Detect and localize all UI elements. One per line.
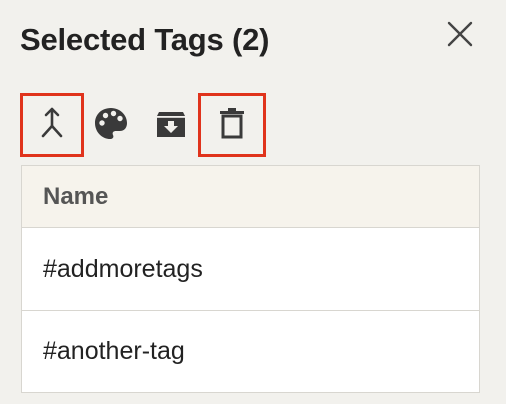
merge-tags-button[interactable] [20,93,84,157]
merge-icon [37,106,67,145]
close-icon [447,21,473,52]
tag-actions-toolbar [0,93,300,158]
archive-icon [155,108,187,145]
panel-title: Selected Tags (2) [20,22,270,57]
column-header-name[interactable]: Name [43,183,108,211]
color-tags-button[interactable] [80,94,142,158]
table-row[interactable]: #addmoretags [22,228,479,310]
archive-tags-button[interactable] [140,94,202,158]
delete-tags-button[interactable] [198,93,266,157]
selected-tags-table: Name #addmoretags #another-tag [21,165,480,393]
table-header: Name [22,166,479,228]
selected-tags-panel: Selected Tags (2) Name #addmoretags #ano… [0,0,506,404]
tag-name: #another-tag [43,337,185,365]
close-button[interactable] [440,16,480,56]
table-row[interactable]: #another-tag [22,310,479,392]
trash-icon [218,106,246,145]
tag-name: #addmoretags [43,254,203,283]
palette-icon [93,106,129,147]
